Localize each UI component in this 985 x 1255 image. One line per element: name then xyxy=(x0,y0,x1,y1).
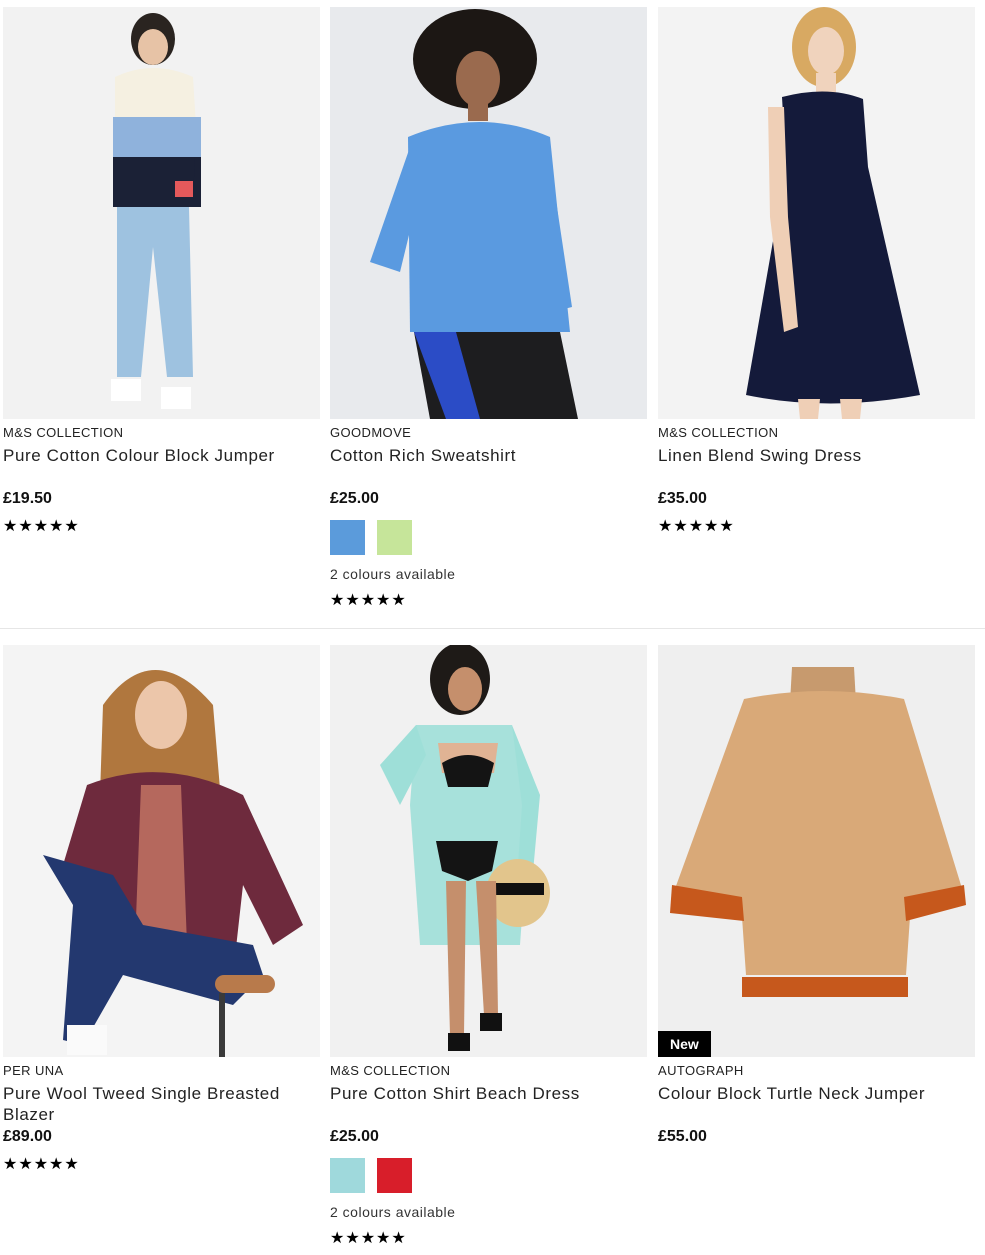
product-image[interactable]: New xyxy=(658,645,975,1057)
star-rating: ★★★★★ ★★★★★ xyxy=(3,519,320,535)
product-brand: AUTOGRAPH xyxy=(658,1063,744,1078)
product-card: M&S COLLECTION Pure Cotton Colour Block … xyxy=(3,7,320,535)
star-rating-filled-icon: ★★★★★ xyxy=(658,519,735,535)
beach-dress-photo xyxy=(330,645,647,1057)
product-image[interactable] xyxy=(658,7,975,419)
product-brand: M&S COLLECTION xyxy=(3,425,124,440)
colour-swatch-green[interactable] xyxy=(377,520,412,555)
star-rating: ★★★★★ ★★★★★ xyxy=(3,1157,320,1173)
star-rating: ★★★★★ ★★★★★ xyxy=(330,1231,647,1247)
tweed-blazer-photo xyxy=(3,645,320,1057)
product-price: £19.50 xyxy=(3,490,52,507)
colour-swatch-aqua[interactable] xyxy=(330,1158,365,1193)
product-brand: PER UNA xyxy=(3,1063,64,1078)
colours-available: 2 colours available xyxy=(330,1204,456,1220)
colour-swatches xyxy=(330,1158,647,1193)
star-rating-filled-icon: ★★★★★ xyxy=(3,519,80,535)
colour-swatches xyxy=(330,520,647,555)
colour-block-jumper-photo xyxy=(3,7,320,419)
colours-available: 2 colours available xyxy=(330,566,456,582)
star-rating: ★★★★★ ★★★★★ xyxy=(330,593,647,609)
product-title[interactable]: Pure Wool Tweed Single Breasted Blazer xyxy=(3,1083,320,1125)
sweatshirt-photo xyxy=(330,7,647,419)
product-card: M&S COLLECTION Linen Blend Swing Dress £… xyxy=(658,7,975,535)
star-rating-filled-icon: ★★★★★ xyxy=(330,593,407,609)
star-rating-filled-icon: ★★★★★ xyxy=(3,1157,80,1173)
product-card: New AUTOGRAPH Colour Block Turtle Neck J… xyxy=(658,645,975,1147)
product-image[interactable] xyxy=(330,645,647,1057)
star-rating-filled-icon: ★★★★★ xyxy=(330,1231,407,1247)
product-price: £25.00 xyxy=(330,1128,379,1145)
product-price: £55.00 xyxy=(658,1128,707,1145)
product-price: £89.00 xyxy=(3,1128,52,1145)
new-badge: New xyxy=(658,1031,711,1057)
turtle-neck-jumper-photo xyxy=(658,645,975,1057)
colour-swatch-blue[interactable] xyxy=(330,520,365,555)
product-title[interactable]: Colour Block Turtle Neck Jumper xyxy=(658,1083,975,1104)
product-price: £35.00 xyxy=(658,490,707,507)
product-title[interactable]: Cotton Rich Sweatshirt xyxy=(330,445,647,466)
product-image[interactable] xyxy=(3,7,320,419)
product-image[interactable] xyxy=(330,7,647,419)
product-brand: M&S COLLECTION xyxy=(658,425,779,440)
product-card: PER UNA Pure Wool Tweed Single Breasted … xyxy=(3,645,320,1173)
product-title[interactable]: Pure Cotton Colour Block Jumper xyxy=(3,445,320,466)
colour-swatch-red[interactable] xyxy=(377,1158,412,1193)
star-rating: ★★★★★ ★★★★★ xyxy=(658,519,975,535)
product-card: M&S COLLECTION Pure Cotton Shirt Beach D… xyxy=(330,645,647,1247)
product-title[interactable]: Linen Blend Swing Dress xyxy=(658,445,975,466)
product-image[interactable] xyxy=(3,645,320,1057)
row-divider xyxy=(0,628,985,629)
product-price: £25.00 xyxy=(330,490,379,507)
swing-dress-photo xyxy=(658,7,975,419)
product-brand: M&S COLLECTION xyxy=(330,1063,451,1078)
product-card: GOODMOVE Cotton Rich Sweatshirt £25.00 2… xyxy=(330,7,647,609)
product-title[interactable]: Pure Cotton Shirt Beach Dress xyxy=(330,1083,647,1104)
product-brand: GOODMOVE xyxy=(330,425,412,440)
